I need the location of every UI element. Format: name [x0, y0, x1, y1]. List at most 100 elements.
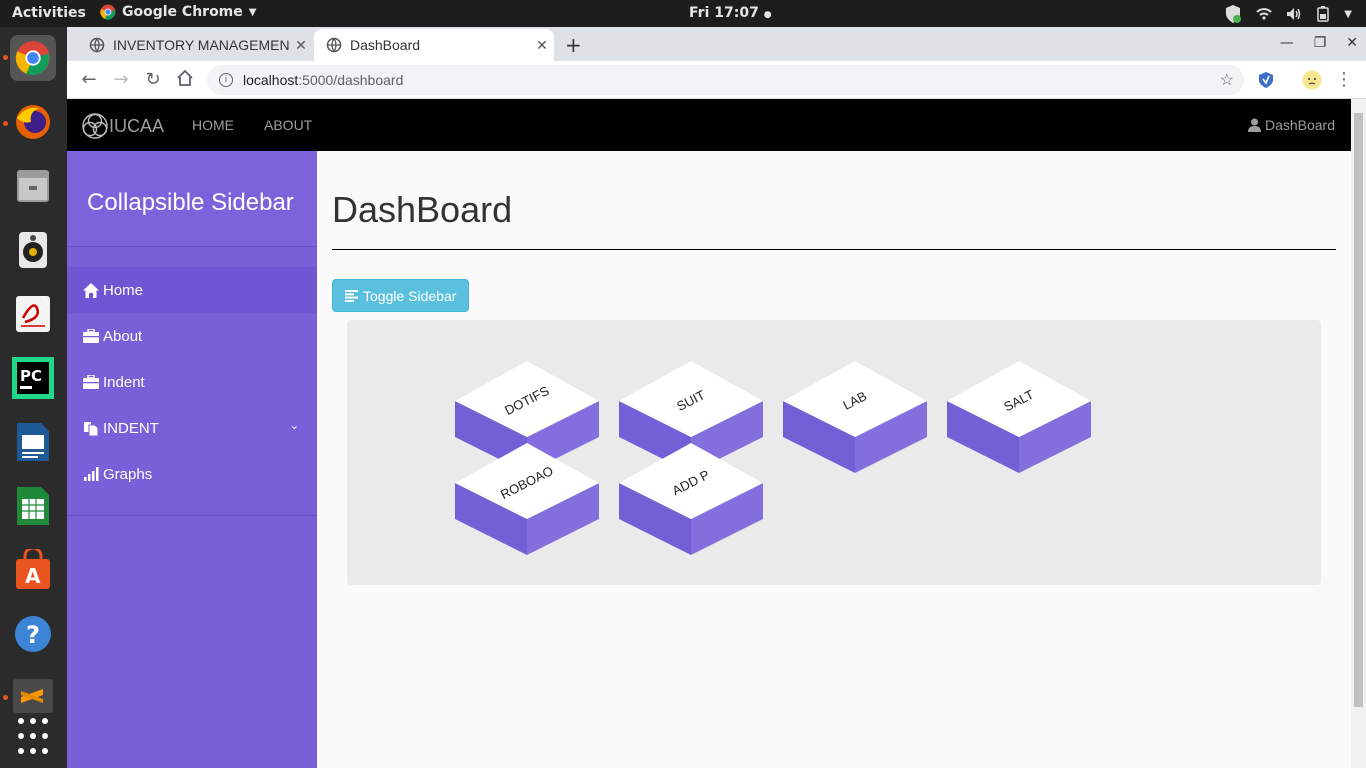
tab-dashboard[interactable]: DashBoard ✕ — [314, 29, 554, 61]
chevron-down-icon: ⌄ — [289, 420, 299, 432]
title-divider — [332, 249, 1336, 250]
back-arrow-icon[interactable]: ← — [78, 69, 100, 91]
globe-icon — [326, 37, 342, 53]
pycharm-launcher[interactable]: PC — [10, 355, 56, 401]
clock-label: Fri 17:07 — [689, 5, 759, 21]
system-tray[interactable]: ▼ — [1224, 4, 1352, 24]
rhythmbox-launcher[interactable] — [10, 227, 56, 273]
forward-arrow-icon[interactable]: → — [110, 69, 132, 91]
chrome-launcher[interactable] — [10, 35, 56, 81]
web-page: IUCAA HOME ABOUT DashBoard Collapsible S… — [67, 99, 1351, 768]
file-manager-launcher[interactable] — [10, 163, 56, 209]
sidebar-item-home[interactable]: Home — [67, 267, 317, 313]
toggle-sidebar-button[interactable]: Toggle Sidebar — [332, 279, 469, 312]
firefox-launcher[interactable] — [10, 99, 56, 145]
tile-roboao[interactable]: ROBOAO — [455, 443, 599, 555]
close-tab-icon[interactable]: ✕ — [530, 37, 554, 54]
close-window-icon[interactable]: ✕ — [1346, 35, 1358, 51]
user-dashboard-link[interactable]: DashBoard — [1247, 117, 1335, 133]
url-host: localhost — [243, 72, 299, 88]
url-path: :5000/dashboard — [298, 72, 404, 88]
chevron-down-icon: ▼ — [1344, 8, 1352, 20]
scrollbar-thumb[interactable] — [1354, 113, 1363, 707]
tile-lab[interactable]: LAB — [783, 361, 927, 473]
firefox-icon — [16, 105, 50, 139]
tab-strip: INVENTORY MANAGEMENT ✕ DashBoard ✕ + — ❐… — [67, 27, 1366, 61]
running-indicator — [3, 695, 8, 700]
window-controls: — ❐ ✕ — [1280, 35, 1358, 51]
chevron-down-icon: ▼ — [248, 6, 257, 18]
reload-icon[interactable]: ↻ — [142, 69, 164, 91]
clock[interactable]: Fri 17:07 ● — [689, 5, 772, 21]
pdf-viewer-icon — [16, 296, 50, 332]
user-dashboard-label: DashBoard — [1264, 117, 1335, 133]
sidebar-item-graphs[interactable]: Graphs — [67, 451, 317, 497]
dock: PC A ? — [0, 27, 67, 768]
page-scrollbar[interactable] — [1351, 99, 1366, 768]
tab-title: INVENTORY MANAGEMENT — [113, 37, 289, 53]
brand-link[interactable]: IUCAA — [81, 112, 164, 140]
browser-toolbar: ← → ↻ i localhost:5000/dashboard ☆ ⋮ — [67, 61, 1366, 99]
atom-logo-icon — [82, 113, 108, 139]
home-icon[interactable] — [174, 69, 196, 91]
help-launcher[interactable]: ? — [10, 611, 56, 657]
sidebar-item-about[interactable]: About — [67, 313, 317, 359]
tile-salt[interactable]: SALT — [947, 361, 1091, 473]
profile-avatar-icon[interactable] — [1302, 70, 1322, 90]
sidebar-item-indent[interactable]: Indent — [67, 359, 317, 405]
sublime-icon — [13, 679, 53, 713]
app-menu-label: Google Chrome — [122, 4, 243, 20]
sidebar-item-label: Home — [103, 281, 144, 299]
shield-extension-icon[interactable] — [1258, 71, 1274, 89]
sidebar-item-label: About — [103, 327, 143, 345]
running-indicator — [3, 121, 8, 126]
toggle-sidebar-label: Toggle Sidebar — [363, 287, 457, 304]
menu-kebab-icon[interactable]: ⋮ — [1333, 69, 1355, 91]
help-icon: ? — [15, 616, 51, 652]
bookmark-star-icon[interactable]: ☆ — [1220, 70, 1234, 90]
spreadsheet-doc-icon — [17, 487, 49, 525]
battery-icon — [1317, 6, 1330, 22]
user-icon — [1247, 118, 1261, 132]
presentation-doc-icon — [17, 423, 49, 461]
tile-add-p[interactable]: ADD P — [619, 443, 763, 555]
copy-icon — [83, 420, 99, 436]
new-tab-button[interactable]: + — [565, 33, 582, 57]
svg-text:PC: PC — [20, 367, 42, 385]
nav-home-link[interactable]: HOME — [192, 117, 234, 133]
site-info-icon[interactable]: i — [219, 73, 233, 87]
close-tab-icon[interactable]: ✕ — [289, 37, 313, 54]
tiles-panel: DOTIFS SUIT LAB SALT ROBOAO ADD P — [347, 320, 1321, 585]
brand-name: IUCAA — [109, 115, 165, 136]
nav-about-link[interactable]: ABOUT — [264, 117, 312, 133]
restore-icon[interactable]: ❐ — [1314, 35, 1327, 51]
briefcase-icon — [83, 374, 99, 390]
software-center-launcher[interactable]: A — [10, 547, 56, 593]
sidebar-item-label: Graphs — [103, 465, 153, 483]
signal-icon — [83, 466, 99, 482]
libreoffice-impress-launcher[interactable] — [10, 419, 56, 465]
document-viewer-launcher[interactable] — [10, 291, 56, 337]
svg-text:A: A — [25, 564, 41, 588]
tab-inventory[interactable]: INVENTORY MANAGEMENT ✕ — [77, 29, 313, 61]
sidebar-title: Collapsible Sidebar — [67, 151, 317, 247]
running-indicator — [3, 55, 8, 60]
svg-text:?: ? — [26, 621, 40, 649]
libreoffice-calc-launcher[interactable] — [10, 483, 56, 529]
app-menu[interactable]: Google Chrome ▼ — [100, 4, 256, 20]
shopping-bag-icon: A — [16, 549, 50, 589]
address-bar[interactable]: i localhost:5000/dashboard ☆ — [207, 65, 1244, 95]
pycharm-icon: PC — [12, 357, 54, 399]
sidebar-item-label: INDENT — [103, 419, 159, 437]
activities-button[interactable]: Activities — [12, 5, 86, 21]
chrome-icon — [15, 41, 50, 75]
system-top-bar: Activities Google Chrome ▼ Fri 17:07 ● ▼ — [0, 0, 1366, 27]
tab-title: DashBoard — [350, 37, 421, 53]
show-applications-button[interactable] — [13, 713, 53, 759]
minimize-icon[interactable]: — — [1280, 35, 1294, 51]
notification-dot-icon: ● — [763, 10, 772, 20]
speaker-icon — [19, 232, 47, 268]
sidebar-divider — [67, 515, 317, 516]
sidebar-item-indent-dropdown[interactable]: INDENT ⌄ — [67, 405, 317, 451]
main-content: DashBoard Toggle Sidebar DOTIFS SUIT LAB… — [332, 151, 1336, 585]
